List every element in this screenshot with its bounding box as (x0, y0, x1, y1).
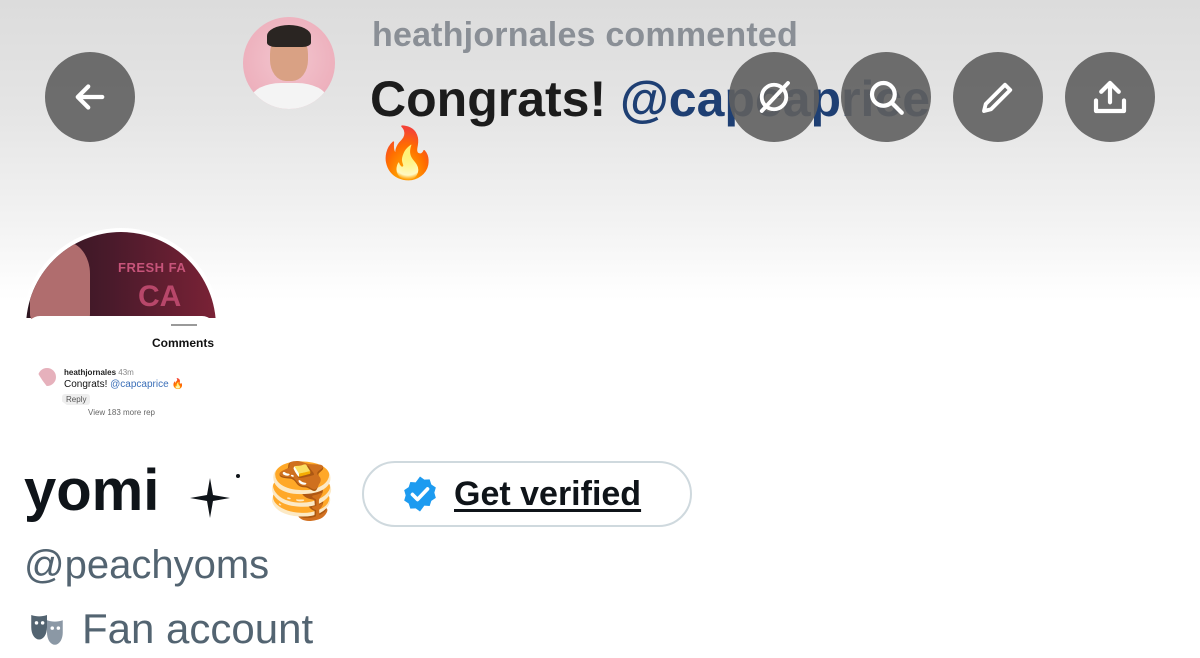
grok-button[interactable] (729, 52, 819, 142)
get-verified-button[interactable]: Get verified (362, 461, 692, 527)
reply-label: Reply (62, 394, 91, 405)
pancakes-emoji: 🥞 (268, 461, 336, 521)
comment-emoji: 🔥 (171, 379, 184, 390)
theater-masks-icon (31, 615, 63, 645)
share-button[interactable] (1065, 52, 1155, 142)
verified-badge-icon (404, 476, 436, 512)
search-icon (869, 80, 904, 115)
banner-comment-body: Congrats! (370, 71, 620, 127)
comment-time: 43m (118, 368, 134, 377)
comment-mention: @capcaprice (110, 379, 169, 390)
avatar-banner-text: FRESH FA (118, 260, 187, 275)
pencil-icon (982, 82, 1013, 113)
arrow-left-icon (75, 84, 105, 110)
share-upload-icon (1093, 80, 1127, 114)
sheet-grab-handle (171, 324, 197, 326)
more-replies: View 183 more rep (88, 408, 155, 417)
banner-fire-emoji: 🔥 (376, 125, 439, 181)
search-button[interactable] (841, 52, 931, 142)
grok-icon (759, 81, 790, 113)
comment-username: heathjornales 43m (64, 368, 134, 377)
category-label: Fan account (82, 605, 314, 652)
banner-commenter-avatar (243, 17, 335, 109)
edit-button[interactable] (953, 52, 1043, 142)
comment-user-name: heathjornales (64, 368, 117, 377)
profile-avatar[interactable]: FRESH FA CA Comments heathjornales 43m C… (22, 228, 220, 426)
avatar-image-header: FRESH FA CA (26, 232, 216, 322)
comment-avatar (38, 368, 56, 386)
comment-body: Congrats! (64, 379, 111, 390)
comments-title: Comments (152, 336, 215, 350)
avatar-banner-title: CA (138, 280, 182, 313)
back-button[interactable] (45, 52, 135, 142)
banner-comment-username: heathjornales commented (372, 16, 798, 54)
avatar-comments-sheet: Comments heathjornales 43m Congrats! @ca… (26, 316, 216, 422)
display-name: yomi (24, 458, 160, 523)
profile-handle: @peachyoms (24, 543, 270, 587)
comment-text: Congrats! @capcaprice 🔥 (64, 379, 184, 390)
sparkle-icon (190, 474, 240, 518)
profile-category: Fan account (26, 608, 313, 650)
get-verified-label: Get verified (454, 474, 642, 513)
